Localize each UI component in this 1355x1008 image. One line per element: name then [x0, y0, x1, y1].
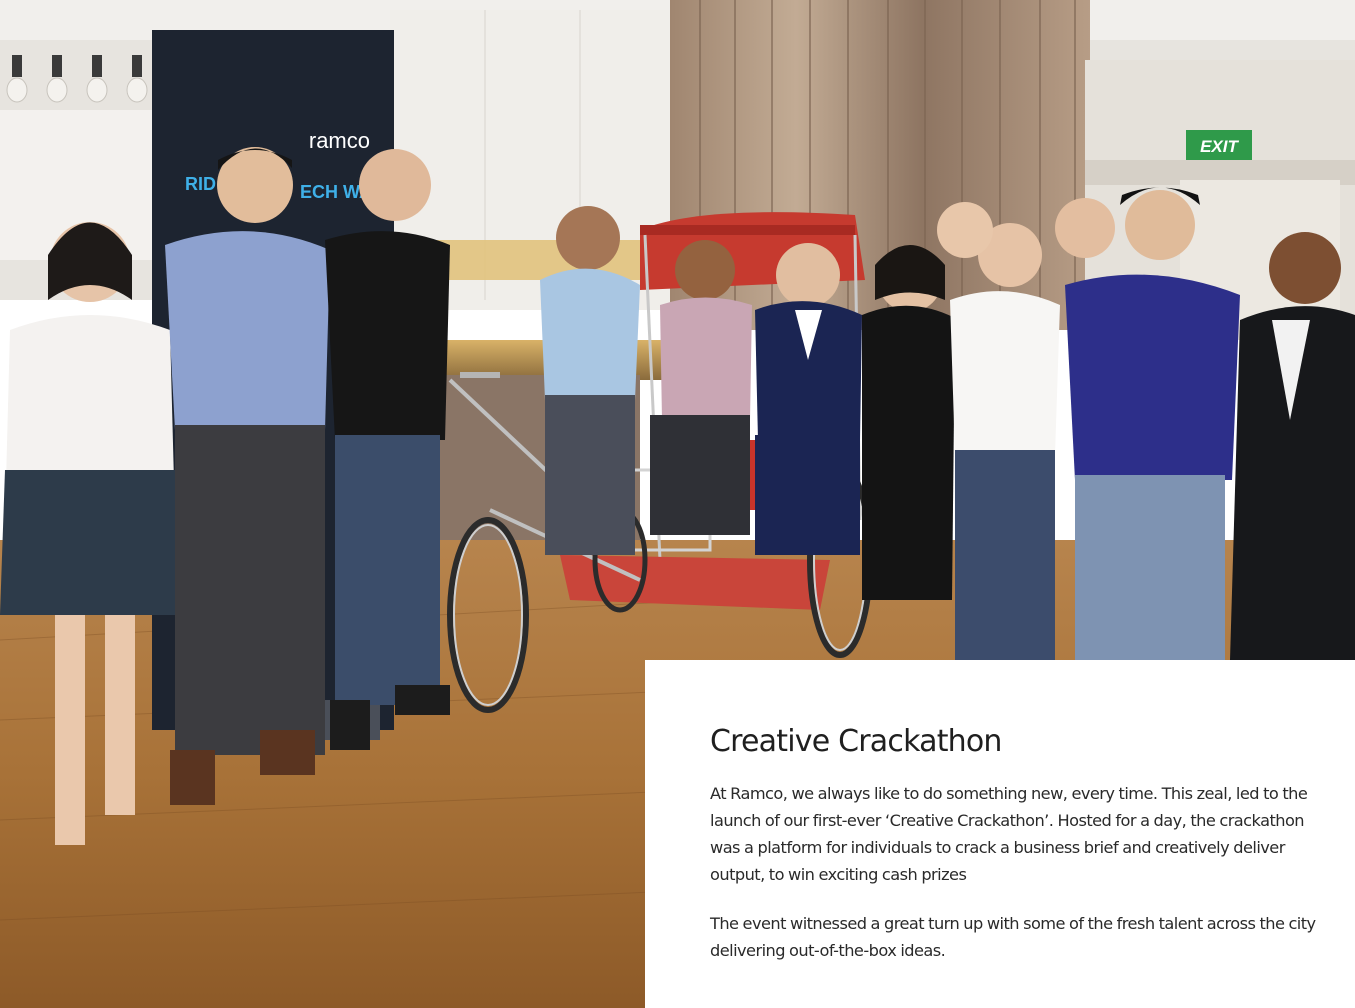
exit-sign-text: EXIT — [1200, 137, 1239, 156]
banner-tagline: RID — [185, 174, 216, 194]
article-paragraph-1: At Ramco, we always like to do something… — [710, 784, 1308, 884]
article-card: Creative Crackathon At Ramco, we always … — [645, 660, 1355, 1008]
article-paragraph-2: The event witnessed a great turn up with… — [710, 914, 1316, 960]
banner-brand: ramco — [309, 128, 370, 153]
article-title: Creative Crackathon — [710, 724, 1002, 759]
page: EXIT ramco RID ECH WA Creative Crackatho… — [0, 0, 1355, 1008]
